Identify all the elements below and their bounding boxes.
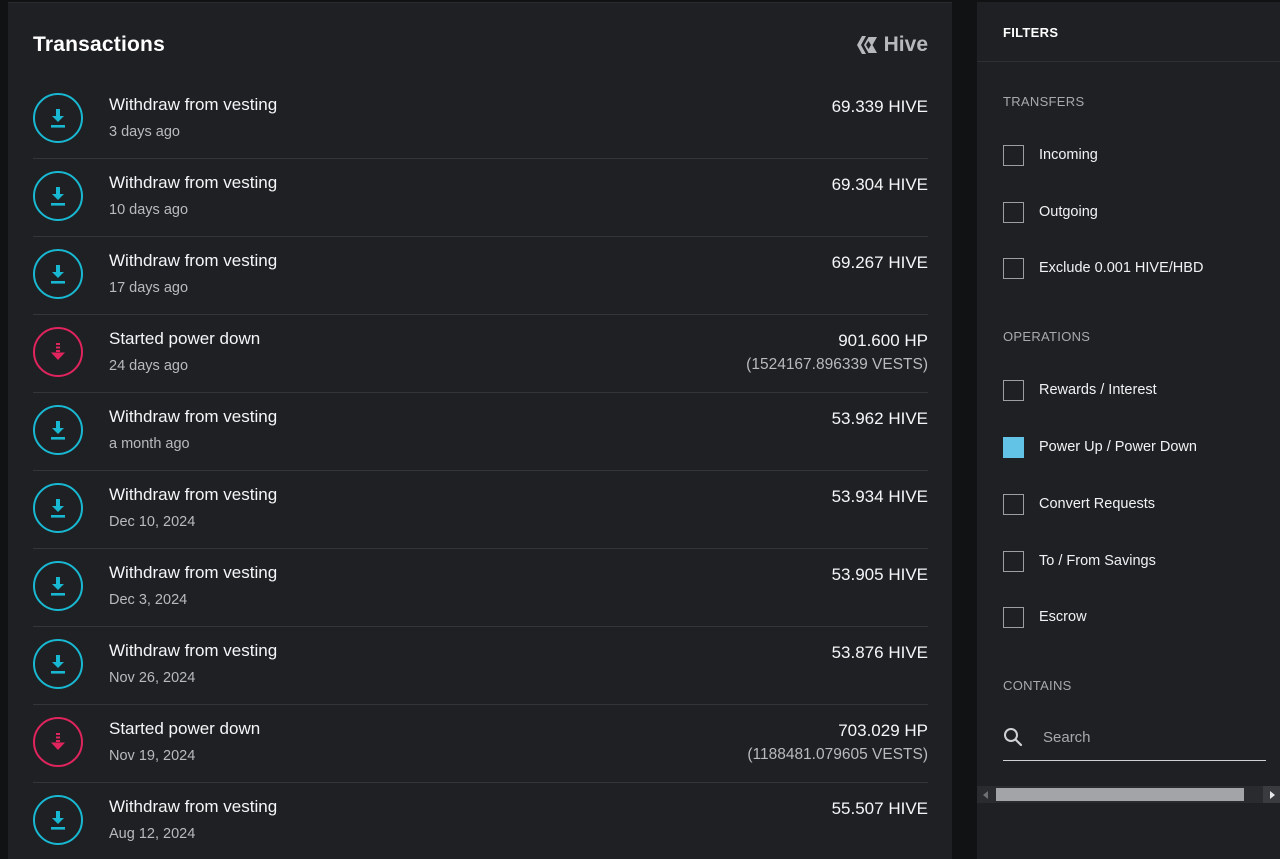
transaction-amount: 69.304 HIVE	[831, 175, 928, 194]
scroll-right-arrow-icon[interactable]	[1263, 786, 1280, 803]
filter-option-label: Power Up / Power Down	[1039, 439, 1197, 455]
filters-panel: FILTERS TRANSFERS Incoming Outgoing Exclud…	[977, 2, 1280, 859]
transaction-time: Nov 26, 2024	[109, 670, 196, 686]
transactions-title: Transactions	[33, 33, 165, 56]
transaction-row: Withdraw from vesting Dec 3, 2024 53.905 H…	[33, 549, 928, 627]
filter-option-label: Escrow	[1039, 609, 1087, 625]
filters-header: FILTERS	[977, 2, 1280, 62]
transaction-amount: 53.905 HIVE	[831, 565, 928, 584]
checkbox[interactable]	[1003, 201, 1024, 223]
transfer-filter-option[interactable]: Outgoing	[1003, 201, 1098, 223]
transactions-panel: Transactions Hive Withdraw from vesting 3…	[8, 2, 952, 859]
search-field	[1003, 718, 1266, 761]
transaction-name: Withdraw from vesting	[109, 407, 278, 426]
transaction-amount: 69.267 HIVE	[831, 253, 928, 272]
transaction-time: 3 days ago	[109, 124, 180, 140]
transaction-time: 10 days ago	[109, 202, 189, 218]
transaction-amount: 53.876 HIVE	[831, 643, 928, 662]
transaction-name: Withdraw from vesting	[109, 251, 278, 270]
filter-option-label: Convert Requests	[1039, 496, 1156, 512]
download-icon	[33, 561, 83, 611]
power-down-icon	[33, 327, 83, 377]
transaction-time: Nov 19, 2024	[109, 748, 196, 764]
checkbox[interactable]	[1003, 144, 1024, 166]
filter-option-label: Exclude 0.001 HIVE/HBD	[1039, 260, 1204, 276]
transaction-row: Withdraw from vesting 10 days ago 69.304 H…	[33, 159, 928, 237]
transaction-name: Withdraw from vesting	[109, 173, 278, 192]
transaction-row: Started power down 24 days ago 901.600 HP (…	[33, 315, 928, 393]
operation-filter-option[interactable]: Convert Requests	[1003, 493, 1155, 515]
transfer-filter-option[interactable]: Exclude 0.001 HIVE/HBD	[1003, 257, 1203, 279]
hive-logo-icon	[856, 35, 878, 55]
transaction-row: Withdraw from vesting Dec 10, 2024 53.934 …	[33, 471, 928, 549]
transaction-time: 17 days ago	[109, 280, 189, 296]
checkbox[interactable]	[1003, 493, 1024, 515]
transfer-filter-option[interactable]: Incoming	[1003, 144, 1098, 166]
operations-section-label: OPERATIONS	[1003, 329, 1091, 344]
hive-brand: Hive	[856, 33, 928, 57]
contains-section-label: CONTAINS	[1003, 678, 1072, 693]
operation-filter-option[interactable]: Rewards / Interest	[1003, 379, 1157, 401]
transaction-vests: (1524167.896339 VESTS)	[746, 356, 928, 373]
transaction-name: Started power down	[109, 719, 261, 738]
filter-option-label: To / From Savings	[1039, 553, 1156, 569]
wallet-transactions-page: Transactions Hive Withdraw from vesting 3…	[0, 0, 1280, 859]
checkbox[interactable]	[1003, 550, 1024, 572]
checkbox[interactable]	[1003, 436, 1024, 458]
transaction-row: Withdraw from vesting 17 days ago 69.267 H…	[33, 237, 928, 315]
transfers-section-label: TRANSFERS	[1003, 94, 1085, 109]
download-icon	[33, 795, 83, 845]
search-input[interactable]	[1041, 722, 1265, 752]
transaction-name: Withdraw from vesting	[109, 485, 278, 504]
transaction-row: Started power down Nov 19, 2024 703.029 HP…	[33, 705, 928, 783]
transaction-name: Withdraw from vesting	[109, 95, 278, 114]
transaction-amount: 901.600 HP	[838, 331, 928, 350]
transaction-time: Aug 12, 2024	[109, 826, 196, 842]
download-icon	[33, 93, 83, 143]
transaction-time: Dec 10, 2024	[109, 514, 196, 530]
horizontal-scrollbar[interactable]	[977, 786, 1280, 803]
transactions-header: Transactions Hive	[33, 33, 928, 65]
scroll-left-arrow-icon[interactable]	[977, 786, 994, 803]
download-icon	[33, 171, 83, 221]
filter-option-label: Rewards / Interest	[1039, 382, 1157, 398]
transaction-amount: 53.934 HIVE	[831, 487, 928, 506]
transaction-amount: 53.962 HIVE	[831, 409, 928, 428]
search-icon	[1003, 727, 1023, 752]
checkbox[interactable]	[1003, 379, 1024, 401]
transaction-row: Withdraw from vesting Aug 12, 2024 55.507 …	[33, 783, 928, 859]
download-icon	[33, 483, 83, 533]
transaction-list: Withdraw from vesting 3 days ago 69.339 HI…	[33, 81, 928, 859]
download-icon	[33, 405, 83, 455]
filters-title: FILTERS	[1003, 25, 1059, 40]
transaction-row: Withdraw from vesting 3 days ago 69.339 HI…	[33, 81, 928, 159]
transaction-name: Started power down	[109, 329, 261, 348]
transaction-amount: 69.339 HIVE	[831, 97, 928, 116]
power-down-icon	[33, 717, 83, 767]
operation-filter-option[interactable]: To / From Savings	[1003, 550, 1156, 572]
transaction-amount: 55.507 HIVE	[831, 799, 928, 818]
hive-brand-name: Hive	[883, 33, 928, 56]
transaction-amount: 703.029 HP	[838, 721, 928, 740]
download-icon	[33, 249, 83, 299]
transaction-time: a month ago	[109, 436, 190, 452]
checkbox[interactable]	[1003, 257, 1024, 279]
filter-option-label: Incoming	[1039, 147, 1098, 163]
transaction-time: Dec 3, 2024	[109, 592, 188, 608]
scrollbar-thumb[interactable]	[996, 788, 1244, 801]
filter-option-label: Outgoing	[1039, 204, 1098, 220]
operation-filter-option[interactable]: Power Up / Power Down	[1003, 436, 1197, 458]
transaction-name: Withdraw from vesting	[109, 797, 278, 816]
operation-filter-option[interactable]: Escrow	[1003, 606, 1087, 628]
transaction-vests: (1188481.079605 VESTS)	[747, 746, 928, 763]
transaction-time: 24 days ago	[109, 358, 189, 374]
checkbox[interactable]	[1003, 606, 1024, 628]
transaction-row: Withdraw from vesting a month ago 53.962 H…	[33, 393, 928, 471]
transaction-name: Withdraw from vesting	[109, 641, 278, 660]
transaction-name: Withdraw from vesting	[109, 563, 278, 582]
download-icon	[33, 639, 83, 689]
transaction-row: Withdraw from vesting Nov 26, 2024 53.876 …	[33, 627, 928, 705]
